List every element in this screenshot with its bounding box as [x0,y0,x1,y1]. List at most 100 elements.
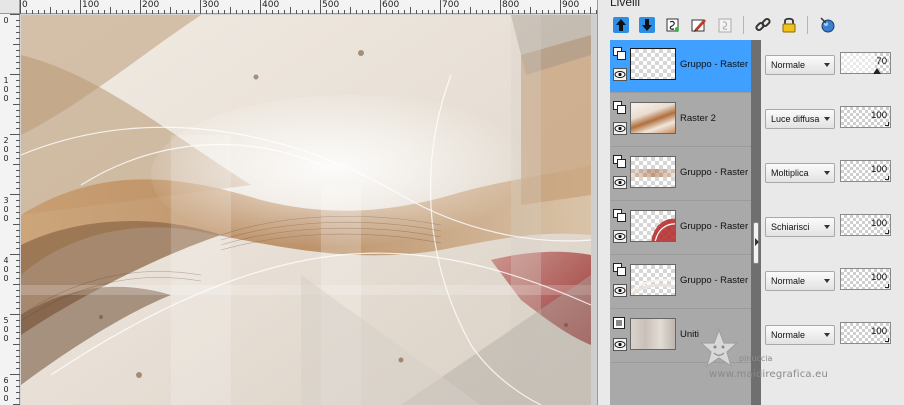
mask-layer-icon[interactable] [714,15,735,36]
opacity-value: 100 [871,218,887,229]
opacity-slider[interactable]: 100 [840,214,891,236]
opacity-corner [885,176,889,180]
layer-thumbnail [630,102,676,134]
layer-props-row: Normale 70 [761,40,904,93]
visibility-eye-icon[interactable] [613,122,627,135]
edit-layer-icon[interactable] [688,15,709,36]
visibility-eye-icon[interactable] [613,176,627,189]
visibility-eye-icon[interactable] [613,68,627,81]
link-icon[interactable] [752,15,773,36]
layer-row[interactable]: Gruppo - Raster 2 [610,148,756,201]
blend-mode-value: Normale [771,276,806,286]
canvas-image[interactable] [21,15,591,405]
layer-type-icon [613,263,627,276]
layer-props-row: Moltiplica 100 [761,148,904,201]
opacity-slider[interactable]: 100 [840,106,891,128]
opacity-value: 100 [871,272,887,283]
layer-type-icon [613,317,627,330]
blend-mode-select[interactable]: Normale [765,271,835,291]
layer-props-row: Schiarisci 100 [761,202,904,255]
layer-name: Raster 2 [680,113,716,124]
blend-mode-value: Schiarisci [771,222,810,232]
ruler-left-label: 400 [3,256,9,283]
layers-panel: Livelli Gruppo - Raster 3 Raster 2 Grupp… [597,0,904,405]
opacity-corner [885,338,889,342]
layer-name: Gruppo - Raster 1 [680,275,757,286]
opacity-value: 70 [876,56,887,67]
ruler-top-label: 200 [142,0,160,10]
chevron-down-icon [824,279,830,283]
opacity-value: 100 [871,110,887,121]
layer-type-icon [613,155,627,168]
layer-thumbnail [630,48,676,80]
ruler-top-label: 500 [322,0,340,10]
panel-title: Livelli [610,0,641,9]
ruler-top: 0 100 200 300 400 500 600 700 800 900 [20,0,597,14]
ruler-top-label: 100 [82,0,100,10]
opacity-value: 100 [871,164,887,175]
opacity-corner [885,284,889,288]
layer-thumbnail [630,264,676,296]
canvas-area[interactable]: 0 100 200 300 400 500 600 700 800 900 0 … [0,0,597,405]
blend-mode-select[interactable]: Normale [765,55,835,75]
blend-mode-value: Normale [771,60,806,70]
layer-style-icon[interactable] [816,15,837,36]
ruler-top-label: 400 [262,0,280,10]
layer-thumbnail [630,156,676,188]
chevron-down-icon [824,63,830,67]
opacity-corner [885,230,889,234]
star-logo-icon [699,328,739,368]
chevron-down-icon [824,117,830,121]
chevron-down-icon [824,171,830,175]
ruler-left-label: 0 [3,16,9,25]
ruler-left-label: 500 [3,316,9,343]
splitter-arrow-icon[interactable] [755,238,759,246]
visibility-eye-icon[interactable] [613,338,627,351]
layer-type-icon [613,101,627,114]
layer-row[interactable]: Gruppo - Raster 1 [610,256,756,309]
chevron-down-icon [824,225,830,229]
ruler-top-label: 900 [562,0,580,10]
visibility-eye-icon[interactable] [613,230,627,243]
blend-mode-select[interactable]: Schiarisci [765,217,835,237]
opacity-marker-icon[interactable] [873,68,881,74]
ruler-top-label: 0 [22,0,28,10]
watermark-url: www.maidiregrafica.eu [709,369,828,380]
ruler-top-label: 700 [442,0,460,10]
opacity-value: 100 [871,326,887,337]
move-layer-down-icon[interactable] [636,15,657,36]
layer-row[interactable]: Gruppo - Raster 3 [610,40,756,93]
ruler-left: 0 100 200 300 400 500 600 [0,14,20,405]
watermark: pinuccia www.maidiregrafica.eu [673,328,873,398]
layer-name: Gruppo - Raster 2 [680,167,757,178]
opacity-corner [885,122,889,126]
watermark-author: pinuccia [739,354,773,363]
toolbar-separator [807,16,808,34]
opacity-slider[interactable]: 70 [840,52,891,74]
blend-mode-select[interactable]: Moltiplica [765,163,835,183]
opacity-fill [841,53,876,73]
opacity-slider[interactable]: 100 [840,268,891,290]
layer-row[interactable]: Raster 2 [610,94,751,147]
ruler-left-label: 200 [3,136,9,163]
layer-row[interactable]: Gruppo - Raster 2 [610,202,756,255]
ruler-top-label: 300 [202,0,220,10]
blend-mode-value: Luce diffusa [771,114,820,124]
ruler-left-label: 300 [3,196,9,223]
group-layers-icon[interactable] [662,15,683,36]
blend-mode-select[interactable]: Luce diffusa [765,109,835,129]
ruler-left-label: 600 [3,376,9,403]
lock-icon[interactable] [778,15,799,36]
ruler-corner [0,0,20,14]
layer-thumbnail [630,318,676,350]
layer-name: Gruppo - Raster 3 [680,59,757,70]
opacity-slider[interactable]: 100 [840,160,891,182]
visibility-eye-icon[interactable] [613,284,627,297]
blend-mode-value: Moltiplica [771,168,809,178]
layers-toolbar [610,14,837,36]
ruler-top-label: 800 [502,0,520,10]
toolbar-separator [743,16,744,34]
move-layer-up-icon[interactable] [610,15,631,36]
layer-thumbnail [630,210,676,242]
layer-name: Gruppo - Raster 2 [680,221,757,232]
